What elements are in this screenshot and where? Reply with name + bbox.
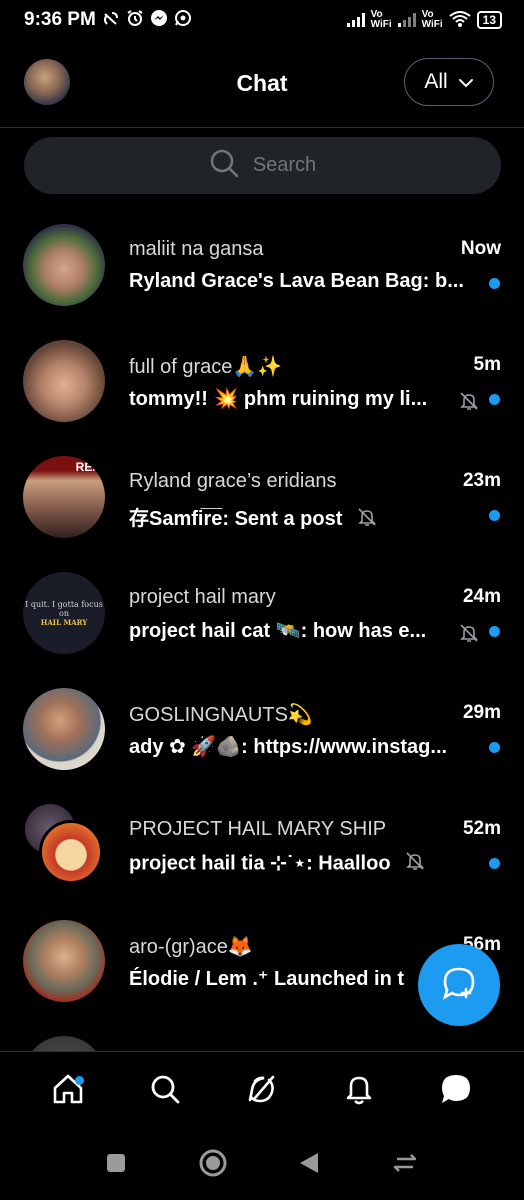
chat-row[interactable]: maliit na gansa Now Ryland Grace's Lava … [0,200,524,316]
avatar: REA [23,456,105,538]
avatar [23,688,105,770]
back-icon[interactable] [298,1151,320,1180]
home-button-icon[interactable] [198,1148,228,1183]
chat-preview: project hail cat 🛰️: how has e... [129,620,427,642]
search-icon [149,1073,181,1110]
chat-name: Ryland grace’s eridians [129,470,337,492]
avatar [23,1036,105,1052]
chat-row[interactable]: REA Ryland grace’s eridians 23m 存Samfir̅… [0,432,524,548]
unread-dot [489,626,500,637]
chat-name: project hail mary [129,586,276,608]
avatar: I quit. I gotta focus on HAIL MARY [23,572,105,654]
unread-dot [489,742,500,753]
avatar [39,820,103,884]
bell-slash-icon [356,506,378,534]
status-time: 9:36 PM [24,9,96,30]
nav-home[interactable] [38,1062,98,1122]
search-icon [209,148,239,184]
chat-list: maliit na gansa Now Ryland Grace's Lava … [0,200,524,1052]
recents-icon[interactable] [105,1152,127,1179]
search-placeholder: Search [252,154,317,176]
chat-name: PROJECT HAIL MARY SHIP [129,818,387,840]
chat-preview: Élodie / Lem .⁺ Launched in t [129,968,405,990]
messenger-icon [150,9,168,32]
chat-preview-text: 存Samfir̅e̅: Sent a post [129,508,343,530]
avatar [23,920,105,1002]
notifications-icon [343,1072,375,1111]
vowifi-label-2: Vo WiFi [421,9,443,30]
chat-preview: Ryland Grace's Lava Bean Bag: b... [129,270,464,292]
chat-time: 24m [462,586,501,607]
chat-preview: project hail tia ⊹˙⋆: Haalloo [129,850,426,878]
chat-row[interactable]: I quit. I gotta focus on HAIL MARY proje… [0,548,524,664]
chat-name: aro-(gr)ace🦊 [129,936,253,958]
unread-dot [489,858,500,869]
group-avatar [23,804,105,886]
notification-dot [75,1075,85,1085]
avatar-text: REA [75,460,101,474]
system-nav-bar [0,1131,524,1200]
rotate-icon[interactable] [391,1151,419,1180]
chat-time: 52m [462,818,501,839]
new-message-button[interactable] [418,944,500,1026]
data-saver-icon [102,10,120,31]
filter-label: All [424,70,448,93]
new-message-icon [440,964,478,1007]
alarm-icon [126,9,144,32]
avatar-text-line1: I quit. I gotta focus [25,599,103,609]
whatsapp-icon [174,9,192,32]
nav-notifications[interactable] [329,1062,389,1122]
chat-time: Now [460,238,501,259]
chat-preview-text: project hail tia ⊹˙⋆: Haalloo [129,852,391,875]
filter-dropdown-button[interactable]: All [404,58,494,106]
chevron-down-icon [458,70,474,94]
vowifi-label-1: Vo WiFi [370,9,392,30]
nav-search[interactable] [135,1062,195,1122]
chat-name: GOSLINGNAUTS💫 [129,704,313,726]
chat-time: 23m [462,470,501,491]
chat-preview: 存Samfir̅e̅: Sent a post [129,502,378,534]
chat-row[interactable]: full of grace🙏✨ 5m tommy!! 💥 phm ruining… [0,316,524,432]
bell-slash-icon [404,850,426,878]
bell-slash-icon [458,622,480,649]
messages-icon [439,1072,473,1111]
nav-messages[interactable] [426,1062,486,1122]
bottom-nav [0,1051,524,1131]
unread-dot [489,394,500,405]
bell-slash-icon [458,390,480,417]
unread-dot [489,278,500,289]
nav-grok[interactable] [232,1062,292,1122]
signal-icon [346,13,365,27]
avatar [23,340,105,422]
chat-time: 29m [462,702,501,723]
status-left: 9:36 PM [24,9,192,32]
chat-name: full of grace🙏✨ [129,356,283,378]
status-bar: 9:36 PM Vo WiFi Vo WiFi 13 [0,0,524,40]
chat-preview: ady ✿ 🚀🪨: https://www.instag... [129,736,448,758]
header: Chat All [0,50,524,128]
avatar-text-line3: HAIL MARY [40,617,88,627]
chat-row[interactable]: GOSLINGNAUTS💫 29m ady ✿ 🚀🪨: https://www.… [0,664,524,780]
unread-dot [489,510,500,521]
search-input[interactable]: Search [24,137,501,194]
signal-icon-2 [397,13,416,27]
avatar [23,224,105,306]
chat-row[interactable]: PROJECT HAIL MARY SHIP 52m project hail … [0,780,524,896]
avatar-text-line2: on [59,608,69,618]
status-right: Vo WiFi Vo WiFi 13 [346,9,502,30]
chat-time: 5m [473,354,501,375]
chat-preview: tommy!! 💥 phm ruining my li... [129,388,428,410]
grok-icon [245,1072,279,1111]
chat-name: maliit na gansa [129,238,264,260]
battery-indicator: 13 [476,11,502,29]
wifi-icon [449,10,471,30]
